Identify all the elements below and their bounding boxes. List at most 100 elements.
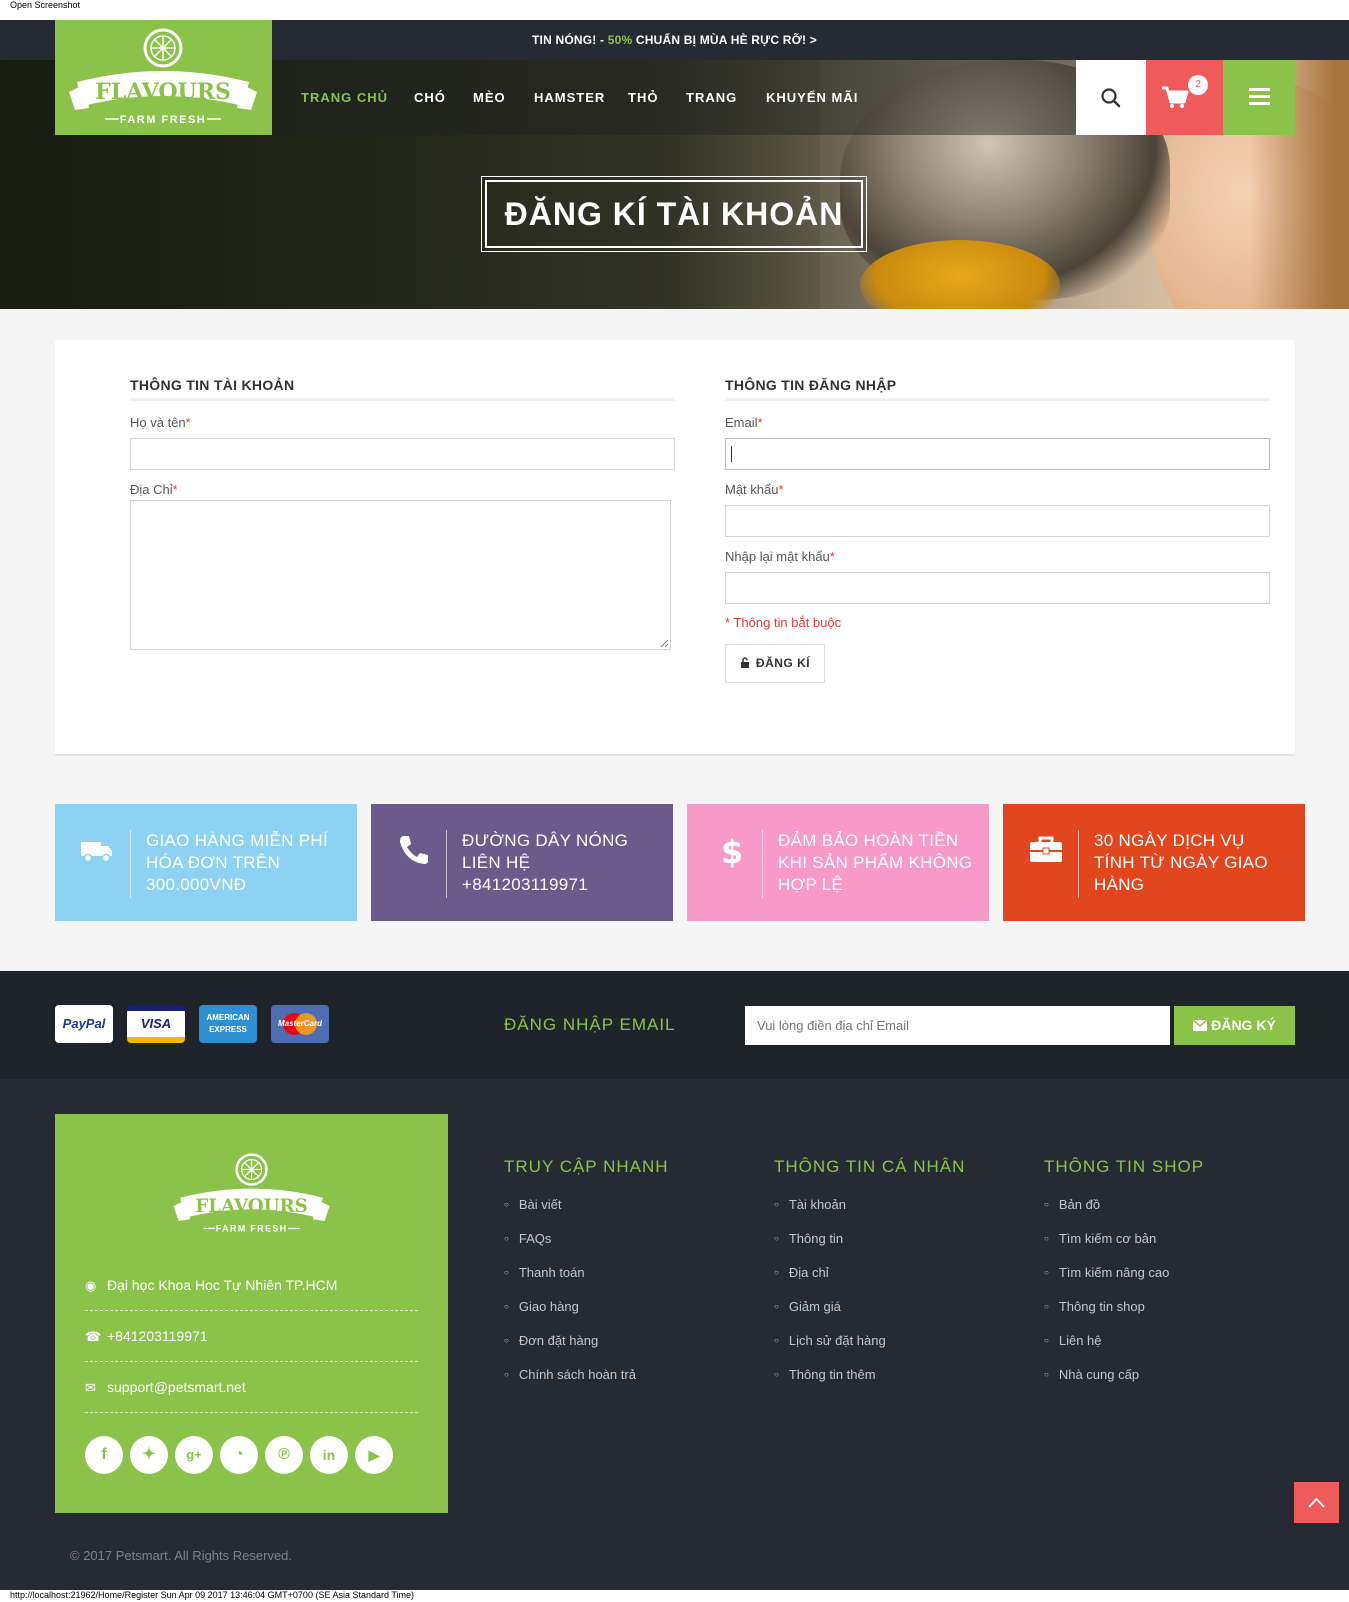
confirm-password-input[interactable] (725, 572, 1270, 604)
footer-logo[interactable]: FLAVOURS FARM FRESH (162, 1144, 342, 1244)
footer-link[interactable]: Nhà cung cấp (1044, 1367, 1169, 1401)
register-button[interactable]: ĐĂNG KÍ (725, 644, 825, 683)
nav-item-hamster[interactable]: HAMSTER (534, 60, 605, 135)
cart-icon (1162, 86, 1189, 108)
linkedin-icon[interactable]: in (310, 1436, 348, 1474)
feature-text: ĐẢM BẢO HOÀN TIỀN KHI SẢN PHẨM KHÔNG HỢP… (778, 831, 973, 894)
newsletter-email-input[interactable] (745, 1006, 1170, 1045)
footer-address: ◉ Đại học Khoa Học Tự Nhiên TP.HCM (85, 1277, 418, 1311)
visa-logo: VISA (127, 1005, 185, 1043)
announcement-suffix: CHUẨN BỊ MÙA HÈ RỰC RỠ! > (632, 33, 817, 47)
facebook-icon[interactable]: f (85, 1436, 123, 1474)
feature-30-day-service: 30 NGÀY DỊCH VỤ TÍNH TỪ NGÀY GIAO HÀNG (1003, 804, 1305, 921)
hamburger-icon (1249, 88, 1270, 105)
footer-link[interactable]: Giảm giá (774, 1299, 886, 1333)
nav-item-promotions[interactable]: KHUYẾN MÃI (766, 60, 858, 135)
menu-button[interactable] (1223, 60, 1295, 135)
main-nav: TRANG CHỦ CHÓ MÈO HAMSTER THỎ TRANG KHUY… (272, 60, 1076, 135)
footer-link[interactable]: Bài viết (504, 1197, 636, 1231)
paypal-logo: PayPal (55, 1005, 113, 1043)
logo-tagline: FARM FRESH (120, 114, 207, 126)
footer-link[interactable]: Giao hàng (504, 1299, 636, 1333)
cart-button[interactable]: 2 (1146, 60, 1223, 135)
twitter-icon[interactable]: ✦ (130, 1436, 168, 1474)
footer-link[interactable]: Đơn đặt hàng (504, 1333, 636, 1367)
newsletter-label: ĐĂNG NHẬP EMAIL (504, 1015, 676, 1034)
page-title: ĐĂNG KÍ TÀI KHOẢN (504, 196, 844, 232)
cart-count-badge: 2 (1188, 75, 1208, 95)
nav-item-pages[interactable]: TRANG (686, 60, 737, 135)
announcement-prefix: TIN NÓNG! - (532, 33, 608, 47)
google-plus-icon[interactable]: g+ (175, 1436, 213, 1474)
nav-item-dogs[interactable]: CHÓ (414, 60, 446, 135)
footer-link[interactable]: Bản đồ (1044, 1197, 1169, 1231)
footer-email[interactable]: ✉ support@petsmart.net (85, 1379, 418, 1413)
footer-link[interactable]: Chính sách hoàn trả (504, 1367, 636, 1401)
footer-link[interactable]: Tìm kiếm nâng cao (1044, 1265, 1170, 1299)
required-note: * Thông tin bắt buộc (725, 615, 842, 630)
feature-divider (446, 830, 447, 898)
feature-money-back: $ ĐẢM BẢO HOÀN TIỀN KHI SẢN PHẨM KHÔNG H… (687, 804, 989, 921)
footer-link[interactable]: Địa chỉ (774, 1265, 886, 1299)
announcement-text[interactable]: TIN NÓNG! - 50% CHUẨN BỊ MÙA HÈ RỰC RỠ! … (532, 20, 817, 60)
amex-logo: AMERICAN EXPRESS (199, 1005, 257, 1043)
footer-link[interactable]: Tài khoản (774, 1197, 886, 1231)
newsletter-button-label: ĐĂNG KÝ (1211, 1017, 1276, 1033)
password-label: Mật khẩu* (725, 482, 784, 497)
footer-col-title-personal: THÔNG TIN CÁ NHÂN (774, 1157, 966, 1176)
youtube-icon[interactable]: ▶ (355, 1436, 393, 1474)
footer-link[interactable]: Tìm kiếm cơ bản (1044, 1231, 1169, 1265)
register-button-label: ĐĂNG KÍ (755, 656, 811, 670)
name-label: Họ và tên* (130, 415, 191, 430)
pinterest-icon[interactable]: ℗ (265, 1436, 303, 1474)
search-button[interactable] (1076, 60, 1146, 135)
email-input[interactable] (725, 438, 1270, 470)
footer-link[interactable]: FAQs (504, 1231, 636, 1265)
name-input[interactable] (130, 438, 675, 470)
chevron-up-icon (1308, 1497, 1325, 1508)
rss-icon[interactable]: ◔ (220, 1436, 258, 1474)
site-logo[interactable]: FLAVOURS FARM FRESH (55, 20, 272, 135)
nav-item-home[interactable]: TRANG CHỦ (301, 60, 388, 135)
site-footer: FLAVOURS FARM FRESH ◉ Đại học Khoa Học Tự… (0, 1079, 1349, 1590)
password-input[interactable] (725, 505, 1270, 537)
footer-link[interactable]: Thông tin (774, 1231, 886, 1265)
truck-icon (81, 842, 112, 863)
footer-link[interactable]: Thông tin shop (1044, 1299, 1169, 1333)
footer-link[interactable]: Liên hệ (1044, 1333, 1169, 1367)
feature-divider (1078, 830, 1079, 898)
feature-divider (130, 830, 131, 898)
resize-handle-icon[interactable] (659, 638, 669, 648)
footer-contact-card: FLAVOURS FARM FRESH ◉ Đại học Khoa Học Tự… (55, 1114, 448, 1513)
register-page: Open Screenshot TIN NÓNG! - 50% CHUẨN BỊ… (0, 0, 1349, 1602)
email-label: Email* (725, 415, 763, 430)
newsletter-subscribe-button[interactable]: ĐĂNG KÝ (1174, 1006, 1295, 1045)
map-marker-icon: ◉ (85, 1278, 97, 1293)
text-caret (731, 446, 732, 462)
svg-text:$: $ (721, 833, 743, 870)
nav-item-cats[interactable]: MÈO (473, 60, 506, 135)
feature-text: ĐƯỜNG DÂY NÓNG LIÊN HỆ +841203119971 (462, 831, 629, 894)
footer-col-shop: Bản đồ Tìm kiếm cơ bản Tìm kiếm nâng cao… (1044, 1197, 1170, 1401)
nav-item-rabbits[interactable]: THỎ (628, 60, 658, 135)
announcement-highlight: 50% (607, 33, 633, 47)
address-textarea[interactable] (130, 500, 671, 650)
feature-text: GIAO HÀNG MIỄN PHÍ HÓA ĐƠN TRÊN 300.000V… (146, 831, 329, 894)
phone-icon: ☎ (85, 1329, 102, 1344)
confirm-password-label: Nhập lại mật khẩu* (725, 549, 835, 564)
footer-link[interactable]: Thanh toán (504, 1265, 636, 1299)
account-info-rule (130, 398, 675, 401)
copyright-text: © 2017 Petsmart. All Rights Reserved. (70, 1548, 293, 1563)
feature-free-shipping: GIAO HÀNG MIỄN PHÍ HÓA ĐƠN TRÊN 300.000V… (55, 804, 357, 921)
unlock-icon (740, 657, 749, 668)
phone-icon (400, 836, 428, 864)
hero-title-box: ĐĂNG KÍ TÀI KHOẢN (481, 176, 867, 252)
back-to-top-button[interactable] (1294, 1482, 1339, 1523)
footer-link[interactable]: Thông tin thêm (774, 1367, 886, 1401)
footer-phone[interactable]: ☎ +841203119971 (85, 1328, 418, 1362)
newsletter-bar: PayPal VISA AMERICAN EXPRESS MasterCard … (0, 971, 1349, 1079)
footer-link[interactable]: Lịch sử đặt hàng (774, 1333, 886, 1367)
search-icon (1101, 88, 1121, 108)
print-footer: http://localhost:21962/Home/Register Sun… (10, 1590, 414, 1600)
feature-hotline: ĐƯỜNG DÂY NÓNG LIÊN HỆ +841203119971 (371, 804, 673, 921)
